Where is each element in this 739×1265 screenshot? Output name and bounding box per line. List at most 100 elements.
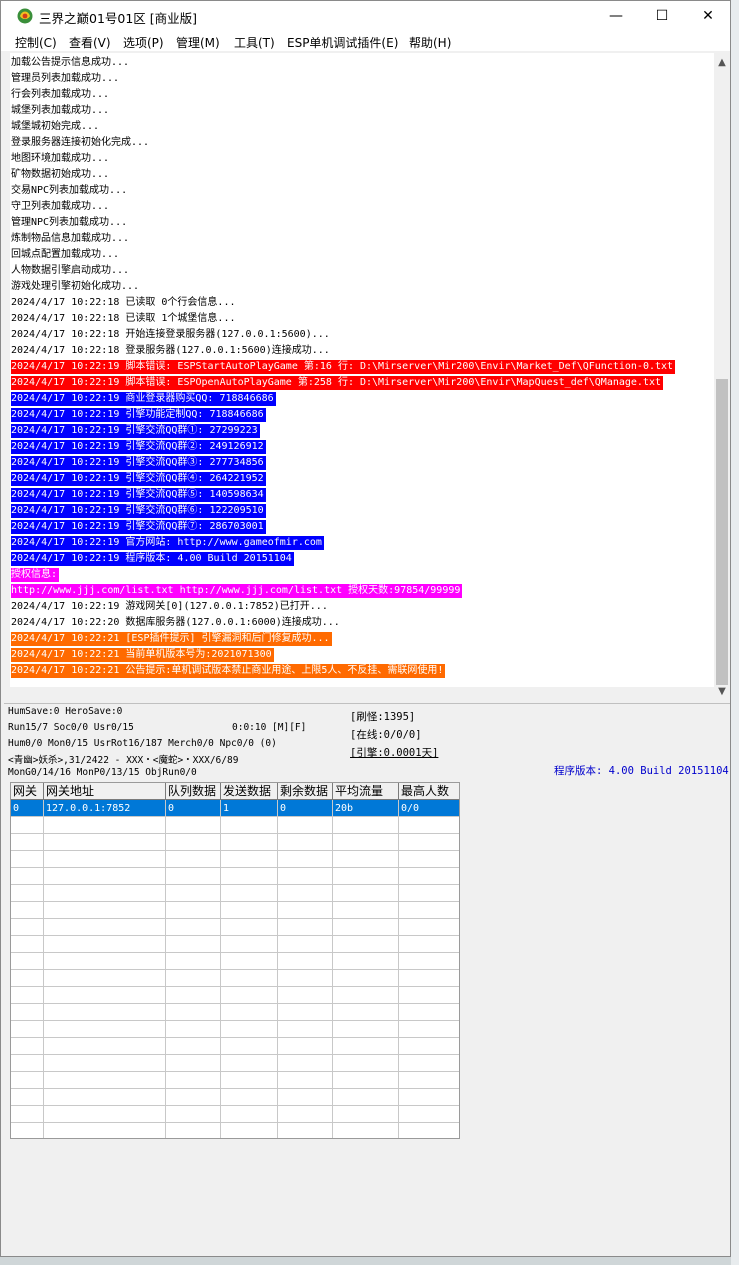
table-cell[interactable]: 127.0.0.1:7852 bbox=[44, 800, 166, 817]
col-header-address[interactable]: 网关地址 bbox=[44, 783, 166, 800]
table-cell[interactable]: 0 bbox=[278, 800, 333, 817]
table-cell[interactable] bbox=[221, 936, 278, 953]
table-cell[interactable] bbox=[44, 1089, 166, 1106]
table-cell[interactable] bbox=[11, 1038, 44, 1055]
table-cell[interactable] bbox=[166, 868, 221, 885]
maximize-button[interactable]: ☐ bbox=[639, 1, 685, 31]
table-cell[interactable] bbox=[11, 1089, 44, 1106]
table-cell[interactable] bbox=[399, 1055, 459, 1072]
table-cell[interactable] bbox=[166, 953, 221, 970]
scroll-up-icon[interactable]: ▲ bbox=[714, 56, 730, 70]
menu-manage[interactable]: 管理(M) bbox=[176, 34, 220, 51]
table-cell[interactable] bbox=[278, 1038, 333, 1055]
table-cell[interactable] bbox=[333, 834, 399, 851]
table-cell[interactable] bbox=[278, 817, 333, 834]
table-cell[interactable] bbox=[44, 987, 166, 1004]
table-cell[interactable] bbox=[399, 987, 459, 1004]
table-cell[interactable] bbox=[166, 1106, 221, 1123]
table-cell[interactable] bbox=[221, 1089, 278, 1106]
table-cell[interactable] bbox=[44, 1038, 166, 1055]
table-cell[interactable] bbox=[399, 885, 459, 902]
table-cell[interactable] bbox=[333, 851, 399, 868]
table-cell[interactable] bbox=[333, 970, 399, 987]
scroll-down-icon[interactable]: ▼ bbox=[714, 685, 730, 699]
table-cell[interactable] bbox=[399, 851, 459, 868]
table-cell[interactable]: 1 bbox=[221, 800, 278, 817]
table-cell[interactable] bbox=[399, 1004, 459, 1021]
table-cell[interactable] bbox=[333, 936, 399, 953]
table-cell[interactable] bbox=[166, 987, 221, 1004]
server-log[interactable]: 加载公告提示信息成功... 管理员列表加载成功... 行会列表加载成功... 城堡列表… bbox=[10, 53, 714, 687]
table-cell[interactable] bbox=[278, 1106, 333, 1123]
col-header-queue[interactable]: 队列数据 bbox=[166, 783, 221, 800]
table-cell[interactable] bbox=[11, 987, 44, 1004]
table-cell[interactable] bbox=[11, 851, 44, 868]
table-cell[interactable] bbox=[333, 885, 399, 902]
table-cell[interactable] bbox=[11, 970, 44, 987]
table-cell[interactable] bbox=[166, 851, 221, 868]
table-cell[interactable] bbox=[44, 1072, 166, 1089]
table-cell[interactable] bbox=[44, 834, 166, 851]
table-cell[interactable] bbox=[11, 1055, 44, 1072]
log-scrollbar[interactable]: ▲ ▼ bbox=[714, 53, 730, 701]
table-cell[interactable] bbox=[399, 1089, 459, 1106]
table-cell[interactable] bbox=[399, 970, 459, 987]
table-cell[interactable]: 20b bbox=[333, 800, 399, 817]
table-cell[interactable] bbox=[399, 1072, 459, 1089]
table-cell[interactable] bbox=[278, 987, 333, 1004]
table-cell[interactable] bbox=[44, 1004, 166, 1021]
table-cell[interactable] bbox=[278, 953, 333, 970]
table-cell[interactable] bbox=[399, 919, 459, 936]
close-button[interactable]: ✕ bbox=[685, 1, 731, 31]
table-cell[interactable] bbox=[221, 902, 278, 919]
table-cell[interactable] bbox=[221, 834, 278, 851]
table-cell[interactable] bbox=[44, 953, 166, 970]
table-cell[interactable] bbox=[221, 885, 278, 902]
table-cell[interactable] bbox=[399, 1123, 459, 1138]
table-cell[interactable] bbox=[11, 1106, 44, 1123]
table-cell[interactable] bbox=[278, 1089, 333, 1106]
table-cell[interactable] bbox=[333, 1038, 399, 1055]
table-cell[interactable] bbox=[221, 987, 278, 1004]
table-cell[interactable] bbox=[44, 851, 166, 868]
table-cell[interactable] bbox=[399, 834, 459, 851]
table-cell[interactable] bbox=[333, 868, 399, 885]
table-cell[interactable] bbox=[166, 1055, 221, 1072]
table-cell[interactable] bbox=[399, 953, 459, 970]
table-cell[interactable] bbox=[333, 1072, 399, 1089]
table-cell[interactable] bbox=[333, 953, 399, 970]
table-cell[interactable] bbox=[278, 834, 333, 851]
table-cell[interactable] bbox=[11, 936, 44, 953]
table-cell[interactable] bbox=[333, 1106, 399, 1123]
minimize-button[interactable]: — bbox=[593, 1, 639, 31]
table-cell[interactable] bbox=[278, 1055, 333, 1072]
table-cell[interactable] bbox=[44, 919, 166, 936]
table-cell[interactable] bbox=[44, 1021, 166, 1038]
table-cell[interactable] bbox=[11, 868, 44, 885]
table-cell[interactable] bbox=[333, 1123, 399, 1138]
table-cell[interactable] bbox=[399, 868, 459, 885]
table-cell[interactable] bbox=[44, 1055, 166, 1072]
table-cell[interactable] bbox=[278, 885, 333, 902]
table-cell[interactable] bbox=[221, 851, 278, 868]
menu-help[interactable]: 帮助(H) bbox=[409, 34, 451, 51]
table-cell[interactable] bbox=[278, 902, 333, 919]
table-cell[interactable] bbox=[11, 834, 44, 851]
table-cell[interactable] bbox=[333, 1055, 399, 1072]
title-bar[interactable]: 三界之巅01号01区 [商业版] — ☐ ✕ bbox=[1, 1, 730, 31]
table-cell[interactable] bbox=[44, 817, 166, 834]
table-cell[interactable] bbox=[278, 936, 333, 953]
table-cell[interactable] bbox=[399, 1106, 459, 1123]
table-cell[interactable] bbox=[278, 970, 333, 987]
col-header-remaining[interactable]: 剩余数据 bbox=[278, 783, 333, 800]
table-cell[interactable] bbox=[221, 1004, 278, 1021]
table-cell[interactable] bbox=[44, 1123, 166, 1138]
table-cell[interactable] bbox=[333, 987, 399, 1004]
menu-options[interactable]: 选项(P) bbox=[123, 34, 164, 51]
table-cell[interactable] bbox=[333, 919, 399, 936]
table-cell[interactable] bbox=[44, 936, 166, 953]
table-cell[interactable] bbox=[166, 817, 221, 834]
table-cell[interactable] bbox=[11, 919, 44, 936]
table-cell[interactable] bbox=[333, 1089, 399, 1106]
table-cell[interactable] bbox=[11, 1004, 44, 1021]
